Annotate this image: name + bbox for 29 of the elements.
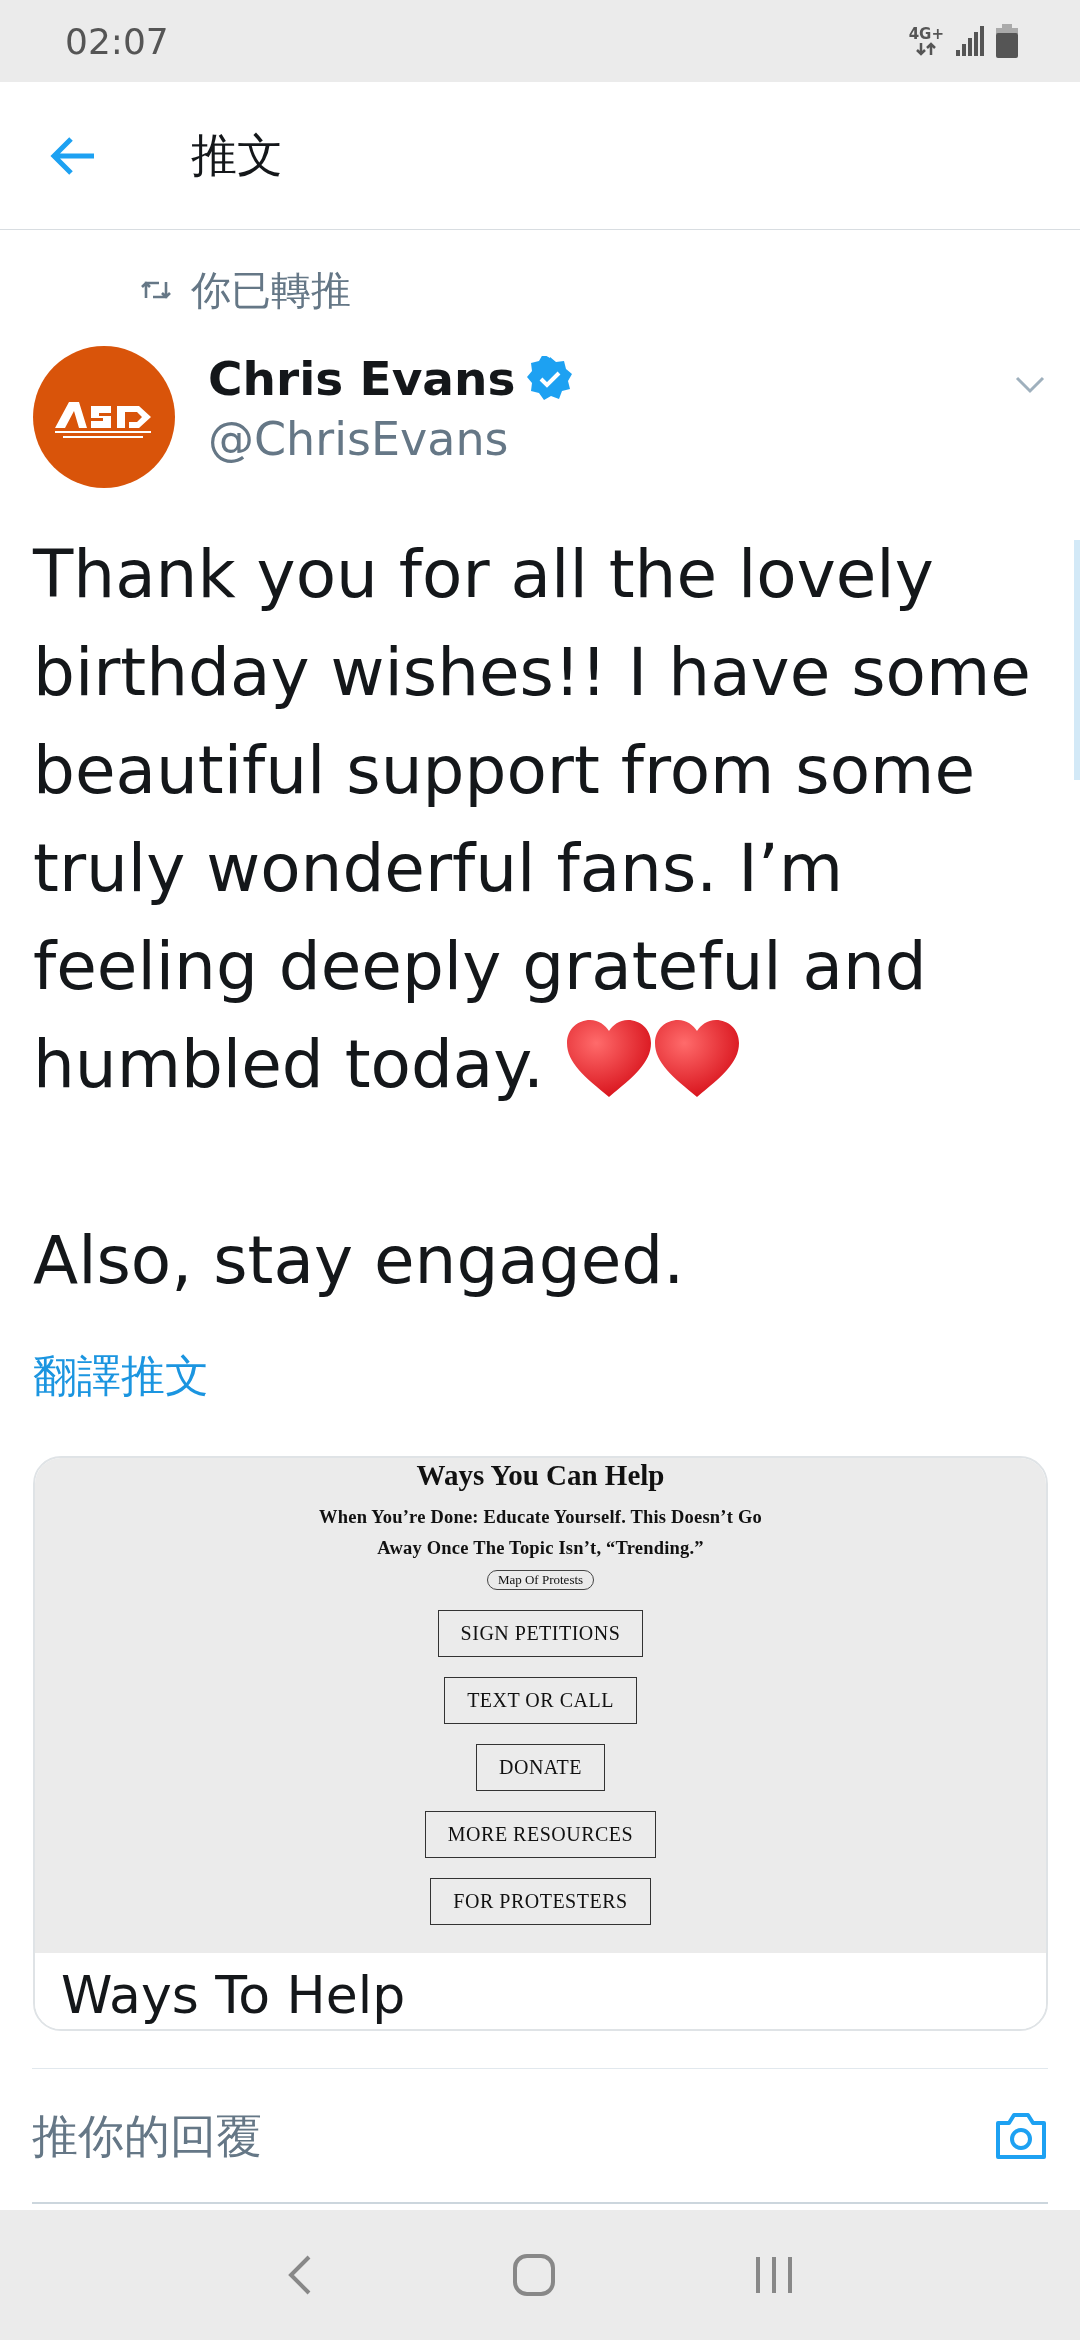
reply-field[interactable]: 推你的回覆 (32, 2108, 994, 2163)
preview-link-button[interactable]: TEXT OR CALL (444, 1677, 637, 1724)
avatar[interactable] (33, 346, 175, 488)
retweet-label: 你已轉推 (191, 265, 351, 315)
heart-icon (564, 1019, 653, 1099)
preview-link-button[interactable]: SIGN PETITIONS (437, 1610, 644, 1657)
heart-icon (652, 1019, 741, 1099)
back-arrow-icon[interactable] (50, 135, 96, 176)
tweet-text: Thank you for all the lovely birthday wishes!! I have some beautiful support from some truly wonderful fans. I’m feeling deeply grateful and humbled today. (33, 535, 1032, 1105)
chevron-down-icon[interactable] (1015, 376, 1045, 394)
author-name[interactable]: Chris Evans (208, 351, 516, 406)
tweet-text: Also, stay engaged. (33, 1221, 686, 1301)
map-button[interactable]: Map Of Protests (486, 1570, 595, 1590)
preview-subtitle: When You’re Done: Educate Yourself. This Doesn’t Go Away Once The Topic Isn’t, “Trending.” (318, 1506, 763, 1560)
preview-heading: Ways You Can Help (416, 1458, 665, 1492)
recent-apps-icon[interactable] (755, 2255, 793, 2295)
camera-icon[interactable] (994, 2110, 1048, 2161)
clock: 02:07 (65, 20, 170, 62)
page-title: 推文 (191, 126, 283, 184)
network-type: 4G+ (908, 26, 944, 42)
preview-link-button[interactable]: MORE RESOURCES (424, 1811, 657, 1858)
preview-link-button[interactable]: FOR PROTESTERS (430, 1878, 651, 1925)
author-handle[interactable]: @ChrisEvans (208, 412, 509, 466)
battery-icon (996, 24, 1018, 58)
home-icon[interactable] (513, 2254, 555, 2296)
signal-icon (956, 26, 984, 56)
data-arrows-icon (915, 41, 938, 56)
back-icon[interactable] (287, 2255, 313, 2295)
preview-link-button[interactable]: DONATE (476, 1744, 605, 1791)
